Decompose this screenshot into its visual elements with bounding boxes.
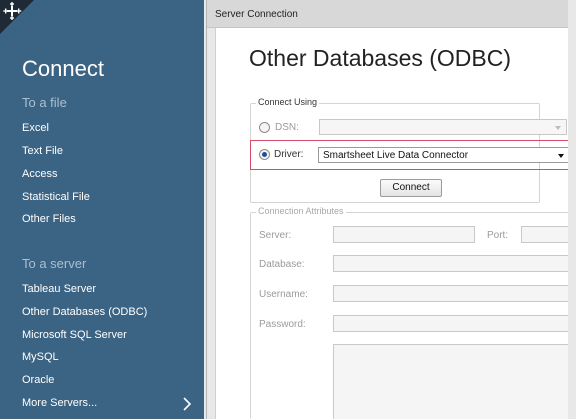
- nav-statistical-file[interactable]: Statistical File: [22, 191, 192, 207]
- dsn-label: DSN:: [275, 122, 299, 133]
- nav-mysql[interactable]: MySQL: [22, 351, 192, 367]
- password-field[interactable]: [333, 315, 569, 332]
- connection-attributes-group: Connection Attributes Server: Port: Data…: [250, 206, 574, 419]
- dialog-heading: Other Databases (ODBC): [249, 45, 512, 71]
- driver-select-value: Smartsheet Live Data Connector: [323, 150, 469, 161]
- server-connection-dialog: Server Connection Other Databases (ODBC)…: [206, 0, 576, 419]
- driver-select[interactable]: Smartsheet Live Data Connector: [318, 147, 570, 163]
- nav-more-servers[interactable]: More Servers...: [22, 397, 192, 413]
- nav-tableau-server[interactable]: Tableau Server: [22, 283, 192, 299]
- driver-radio[interactable]: [259, 149, 270, 160]
- server-label: Server:: [259, 230, 292, 241]
- to-a-server-heading: To a server: [22, 256, 87, 271]
- password-label: Password:: [259, 319, 306, 330]
- connection-attributes-legend: Connection Attributes: [256, 206, 346, 216]
- connect-sidebar: Connect To a file Excel Text File Access…: [0, 0, 204, 419]
- database-label: Database:: [259, 259, 305, 270]
- nav-access[interactable]: Access: [22, 168, 192, 184]
- connect-button[interactable]: Connect: [380, 179, 442, 197]
- chevron-down-icon: [555, 126, 561, 130]
- nav-other-files[interactable]: Other Files: [22, 213, 192, 229]
- nav-excel[interactable]: Excel: [22, 122, 192, 138]
- dsn-select[interactable]: [319, 119, 567, 135]
- connect-title: Connect: [22, 56, 104, 81]
- nav-other-databases-odbc[interactable]: Other Databases (ODBC): [22, 306, 192, 322]
- port-field[interactable]: [521, 226, 569, 243]
- chevron-right-icon[interactable]: [182, 396, 192, 412]
- server-field[interactable]: [333, 226, 475, 243]
- nav-oracle[interactable]: Oracle: [22, 374, 192, 390]
- to-a-file-heading: To a file: [22, 95, 67, 110]
- username-field[interactable]: [333, 285, 569, 302]
- username-label: Username:: [259, 289, 308, 300]
- dialog-body: Other Databases (ODBC) Connect Using DSN…: [215, 28, 576, 419]
- dialog-titlebar[interactable]: Server Connection: [207, 0, 576, 28]
- port-label: Port:: [487, 230, 509, 241]
- connect-using-legend: Connect Using: [256, 97, 320, 107]
- dsn-radio[interactable]: [259, 122, 270, 133]
- tableau-logo[interactable]: [0, 0, 34, 34]
- nav-microsoft-sql-server[interactable]: Microsoft SQL Server: [22, 329, 192, 345]
- nav-text-file[interactable]: Text File: [22, 145, 192, 161]
- driver-label: Driver:: [274, 149, 304, 160]
- additional-attributes-field[interactable]: [333, 344, 569, 419]
- dialog-window-title: Server Connection: [215, 9, 298, 20]
- chevron-down-icon: [558, 154, 564, 158]
- database-field[interactable]: [333, 255, 569, 272]
- window-edge: [568, 0, 576, 419]
